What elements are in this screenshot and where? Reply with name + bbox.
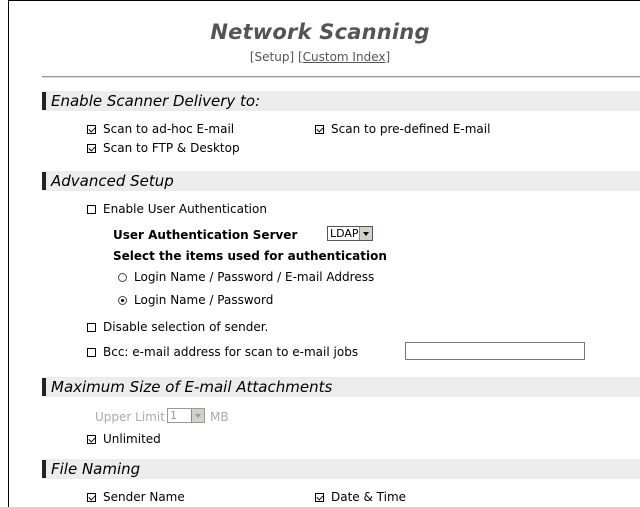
bcc-option[interactable]: Bcc: e-mail address for scan to e-mail j… bbox=[87, 344, 358, 360]
predefined-email-option[interactable]: Scan to pre-defined E-mail bbox=[315, 121, 490, 137]
auth-option-full[interactable]: Login Name / Password / E-mail Address bbox=[118, 269, 374, 285]
date-time-checkbox[interactable] bbox=[315, 493, 324, 502]
upper-limit-value: 1 bbox=[170, 409, 177, 422]
unlimited-checkbox[interactable] bbox=[87, 435, 96, 444]
chevron-down-icon[interactable] bbox=[359, 227, 372, 240]
setup-link[interactable]: Setup bbox=[255, 50, 290, 64]
ftp-desktop-checkbox[interactable] bbox=[87, 144, 96, 153]
chevron-down-icon[interactable] bbox=[191, 409, 204, 422]
page-title: Network Scanning bbox=[210, 20, 430, 44]
bcc-checkbox[interactable] bbox=[87, 348, 96, 357]
header-divider bbox=[42, 76, 640, 78]
header-links: [Setup] [Custom Index] bbox=[0, 50, 640, 64]
custom-index-link[interactable]: Custom Index bbox=[303, 50, 386, 64]
user-auth-option[interactable]: Enable User Authentication bbox=[87, 201, 267, 217]
sender-name-checkbox[interactable] bbox=[87, 493, 96, 502]
upper-limit-select[interactable]: 1 bbox=[167, 408, 205, 423]
section-delivery-heading: Enable Scanner Delivery to: bbox=[42, 91, 640, 111]
adhoc-email-label: Scan to ad-hoc E-mail bbox=[103, 122, 235, 136]
upper-limit-unit: MB bbox=[210, 410, 229, 424]
adhoc-email-option[interactable]: Scan to ad-hoc E-mail bbox=[87, 121, 234, 137]
auth-server-select[interactable]: LDAP bbox=[327, 226, 373, 241]
ftp-desktop-label: Scan to FTP & Desktop bbox=[103, 141, 240, 155]
ftp-desktop-option[interactable]: Scan to FTP & Desktop bbox=[87, 140, 240, 156]
section-advanced-heading: Advanced Setup bbox=[42, 171, 640, 191]
unlimited-label: Unlimited bbox=[103, 432, 161, 446]
link-bracket-close: ] bbox=[385, 50, 391, 64]
adhoc-email-checkbox[interactable] bbox=[87, 125, 96, 134]
auth-option-basic-radio[interactable] bbox=[118, 296, 127, 305]
user-auth-checkbox[interactable] bbox=[87, 205, 96, 214]
date-time-option[interactable]: Date & Time bbox=[315, 489, 406, 505]
disable-sender-checkbox[interactable] bbox=[87, 323, 96, 332]
link-bracket-mid: ] [ bbox=[289, 50, 303, 64]
unlimited-option[interactable]: Unlimited bbox=[87, 431, 161, 447]
auth-server-value: LDAP bbox=[330, 227, 359, 240]
auth-option-basic[interactable]: Login Name / Password bbox=[118, 292, 273, 308]
auth-option-full-label: Login Name / Password / E-mail Address bbox=[134, 270, 375, 284]
auth-option-basic-label: Login Name / Password bbox=[134, 293, 274, 307]
section-file-naming-heading: File Naming bbox=[42, 459, 640, 479]
predefined-email-checkbox[interactable] bbox=[315, 125, 324, 134]
user-auth-label: Enable User Authentication bbox=[103, 202, 267, 216]
date-time-label: Date & Time bbox=[331, 490, 407, 504]
sender-name-label: Sender Name bbox=[103, 490, 185, 504]
auth-option-full-radio[interactable] bbox=[118, 273, 127, 282]
disable-sender-option[interactable]: Disable selection of sender. bbox=[87, 319, 268, 335]
disable-sender-label: Disable selection of sender. bbox=[103, 320, 269, 334]
select-items-label: Select the items used for authentication bbox=[113, 249, 387, 263]
bcc-email-input[interactable] bbox=[405, 342, 585, 360]
bcc-label: Bcc: e-mail address for scan to e-mail j… bbox=[103, 345, 359, 359]
auth-server-label: User Authentication Server bbox=[113, 228, 298, 242]
upper-limit-label: Upper Limit bbox=[95, 410, 165, 424]
predefined-email-label: Scan to pre-defined E-mail bbox=[331, 122, 491, 136]
section-attachments-heading: Maximum Size of E-mail Attachments bbox=[42, 377, 640, 397]
sender-name-option[interactable]: Sender Name bbox=[87, 489, 185, 505]
